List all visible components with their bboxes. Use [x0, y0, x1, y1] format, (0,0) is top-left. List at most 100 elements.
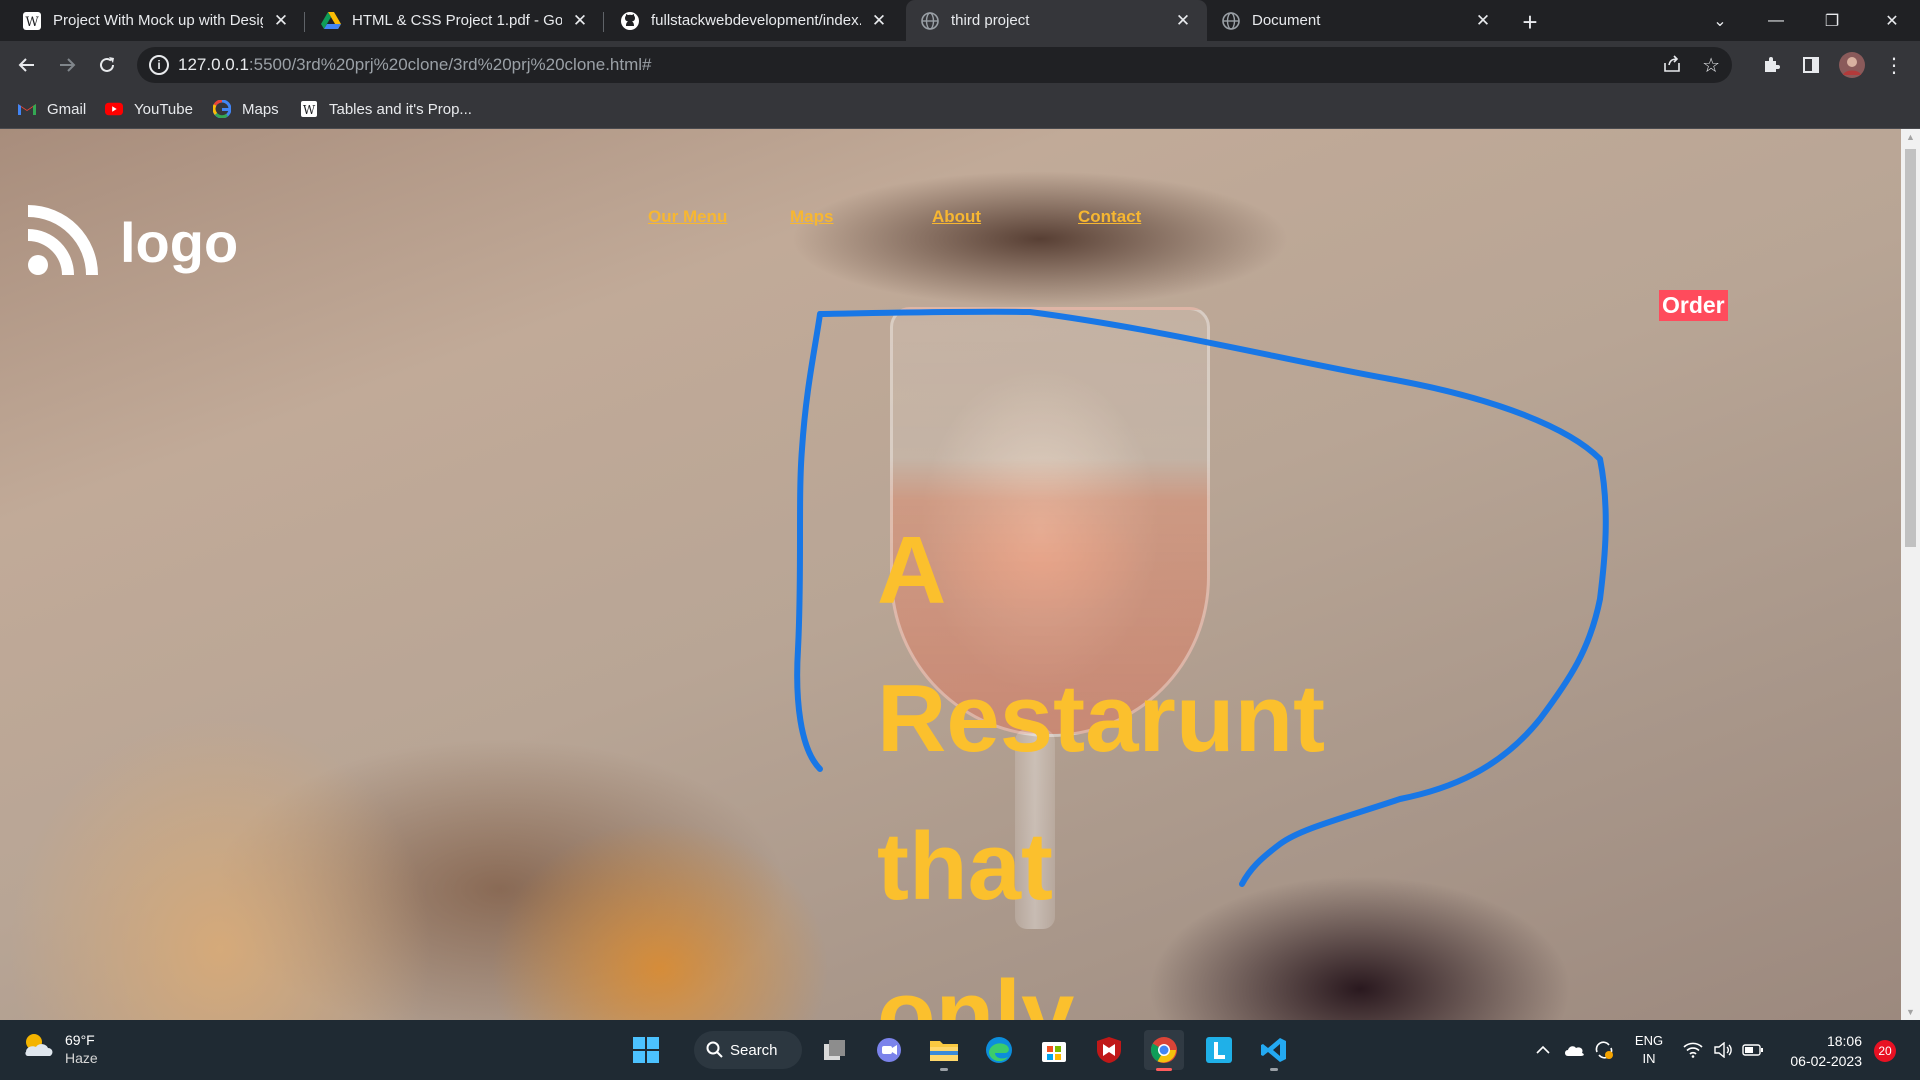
file-explorer-icon	[930, 1041, 958, 1061]
taskbar-search[interactable]: Search	[694, 1031, 802, 1069]
menu-kebab-icon[interactable]: ⋮	[1878, 49, 1910, 81]
bookmark-youtube[interactable]: YouTube	[105, 98, 193, 120]
wifi-icon[interactable]	[1680, 1020, 1706, 1080]
weather-widget[interactable]: 69°F Haze	[20, 1030, 98, 1067]
notification-badge[interactable]: 20	[1874, 1040, 1896, 1062]
mcafee-button[interactable]	[1089, 1030, 1129, 1070]
task-view-button[interactable]	[815, 1030, 855, 1070]
browser-toolbar: i 127.0.0.1:5500/3rd%20prj%20clone/3rd%2…	[0, 41, 1920, 89]
running-indicator	[1156, 1068, 1172, 1071]
bookmark-label: Maps	[242, 100, 279, 118]
close-tab-icon[interactable]: ✕	[1173, 11, 1193, 31]
github-icon	[620, 11, 640, 31]
start-icon	[633, 1037, 659, 1063]
search-icon	[706, 1041, 723, 1058]
reload-button[interactable]	[91, 49, 123, 81]
vscode-button[interactable]	[1254, 1030, 1294, 1071]
chrome-button[interactable]	[1144, 1030, 1184, 1071]
l-app-button[interactable]	[1199, 1030, 1239, 1070]
windows-taskbar: 69°F Haze Search ENG IN 18:06 06-02-2023…	[0, 1020, 1920, 1080]
share-icon[interactable]	[1662, 54, 1682, 79]
onedrive-icon[interactable]	[1560, 1020, 1588, 1080]
chrome-icon	[1150, 1037, 1177, 1063]
tab-third-project[interactable]: third project ✕	[906, 0, 1207, 41]
bookmark-star-icon[interactable]: ☆	[1702, 53, 1720, 78]
bookmark-label: Tables and it's Prop...	[329, 100, 472, 118]
gmail-icon	[18, 100, 36, 118]
start-button[interactable]	[626, 1030, 666, 1070]
scrollbar-thumb[interactable]	[1905, 149, 1916, 547]
running-indicator	[940, 1068, 948, 1071]
tab-html-css-pdf[interactable]: HTML & CSS Project 1.pdf - Goo ✕	[307, 0, 604, 41]
weather-condition: Haze	[65, 1049, 98, 1066]
bookmark-maps[interactable]: Maps	[213, 98, 279, 120]
vscode-icon	[1261, 1038, 1286, 1062]
chat-button[interactable]	[869, 1030, 909, 1070]
chat-icon	[877, 1038, 901, 1062]
taskbar-clock[interactable]: 18:06 06-02-2023	[1782, 1031, 1862, 1071]
close-tab-icon[interactable]: ✕	[271, 11, 291, 31]
store-button[interactable]	[1034, 1030, 1074, 1070]
battery-icon[interactable]	[1740, 1020, 1766, 1080]
file-explorer-button[interactable]	[924, 1030, 964, 1071]
mcafee-icon	[1097, 1037, 1121, 1063]
svg-text:W: W	[303, 103, 316, 117]
url-path: :5500/3rd%20prj%20clone/3rd%20prj%20clon…	[248, 55, 652, 74]
weather-temp: 69°F	[65, 1031, 95, 1048]
new-tab-button[interactable]: +	[1516, 7, 1544, 37]
tab-title: Project With Mock up with Desig	[53, 12, 263, 29]
restore-button[interactable]: ❐	[1804, 0, 1860, 41]
clock-date: 06-02-2023	[1790, 1053, 1862, 1069]
close-tab-icon[interactable]: ✕	[869, 11, 889, 31]
hand-drawn-annotation	[794, 308, 1609, 887]
close-window-button[interactable]: ✕	[1864, 0, 1920, 41]
forward-button[interactable]	[51, 49, 83, 81]
search-label: Search	[730, 1041, 778, 1059]
bookmark-gmail[interactable]: Gmail	[18, 98, 86, 120]
page-viewport: logo Our Menu Maps About Contact Order A…	[0, 129, 1901, 1020]
profile-avatar[interactable]	[1836, 49, 1868, 81]
task-view-icon	[824, 1040, 845, 1060]
language-indicator[interactable]: ENG IN	[1624, 1020, 1674, 1080]
tab-github[interactable]: fullstackwebdevelopment/index. ✕	[606, 0, 903, 41]
weather-haze-icon	[20, 1030, 56, 1067]
bookmark-label: Gmail	[47, 100, 87, 118]
volume-icon[interactable]	[1710, 1020, 1736, 1080]
sync-icon[interactable]	[1590, 1020, 1618, 1080]
region-code: IN	[1642, 1051, 1656, 1066]
l-app-icon	[1206, 1037, 1232, 1063]
minimize-button[interactable]: —	[1748, 0, 1804, 41]
running-indicator	[1270, 1068, 1278, 1071]
edge-button[interactable]	[979, 1030, 1019, 1070]
tab-separator	[304, 12, 305, 32]
tab-separator	[603, 12, 604, 32]
url-host: 127.0.0.1	[178, 55, 249, 74]
tab-strip: W Project With Mock up with Desig ✕ HTML…	[0, 0, 1920, 41]
clock-time: 18:06	[1826, 1033, 1862, 1049]
page-scrollbar[interactable]: ▲ ▼	[1901, 129, 1920, 1020]
globe-icon	[920, 11, 940, 31]
bookmark-label: YouTube	[134, 100, 193, 118]
tab-document[interactable]: Document ✕	[1207, 0, 1507, 41]
google-icon	[213, 100, 231, 118]
tab-project-mockup[interactable]: W Project With Mock up with Desig ✕	[8, 0, 305, 41]
side-panel-icon[interactable]	[1795, 49, 1827, 81]
wp-icon: W	[22, 11, 42, 31]
tab-search-icon[interactable]: ⌄	[1692, 0, 1748, 41]
show-hidden-icons-chevron-icon[interactable]	[1528, 1020, 1558, 1080]
scroll-up-arrow[interactable]: ▲	[1901, 129, 1920, 145]
extensions-icon[interactable]	[1755, 49, 1787, 81]
store-icon	[1042, 1042, 1066, 1062]
bookmark-tables[interactable]: W Tables and it's Prop...	[300, 98, 472, 120]
url-text[interactable]: 127.0.0.1:5500/3rd%20prj%20clone/3rd%20p…	[178, 55, 652, 75]
site-info-icon[interactable]: i	[149, 55, 169, 75]
close-tab-icon[interactable]: ✕	[1473, 11, 1493, 31]
tab-title: Document	[1252, 12, 1321, 29]
wp-icon: W	[300, 100, 318, 118]
tab-title: third project	[951, 12, 1030, 29]
scroll-down-arrow[interactable]: ▼	[1901, 1004, 1920, 1020]
back-button[interactable]	[11, 49, 43, 81]
bookmarks-bar: Gmail YouTube Maps W Tables and it's Pro…	[0, 89, 1920, 129]
address-bar[interactable]: i 127.0.0.1:5500/3rd%20prj%20clone/3rd%2…	[137, 47, 1732, 83]
close-tab-icon[interactable]: ✕	[570, 11, 590, 31]
